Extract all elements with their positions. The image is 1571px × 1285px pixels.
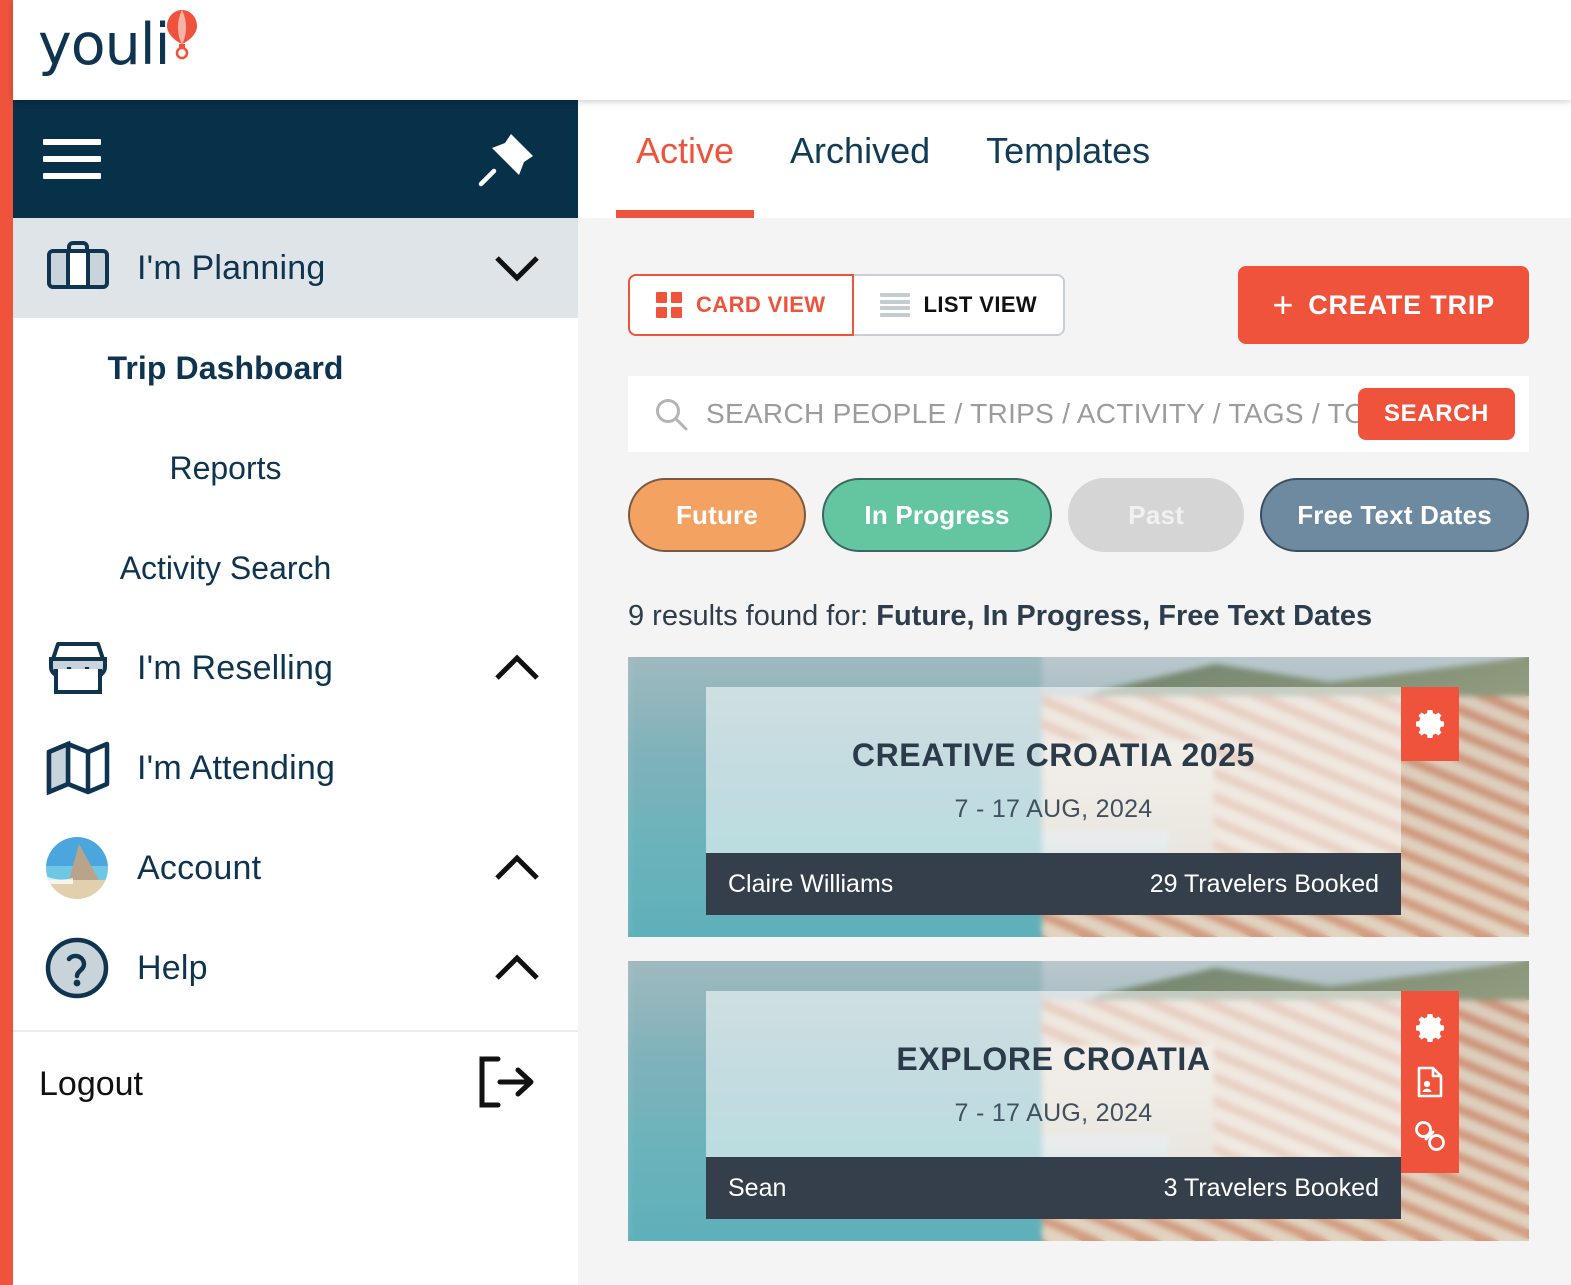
filter-pill-label: In Progress	[864, 499, 1010, 530]
sidebar-subitem-label: Activity Search	[119, 549, 332, 586]
document-person-icon[interactable]	[1401, 1055, 1459, 1109]
results-prefix: 9 results found for:	[628, 600, 869, 632]
sidebar-item-label: I'm Reselling	[137, 648, 334, 687]
sidebar-item-label: Account	[137, 848, 262, 887]
plus-icon: +	[1272, 284, 1295, 325]
trip-card-actions	[1401, 991, 1459, 1173]
results-filters: Future, In Progress, Free Text Dates	[876, 600, 1373, 632]
chevron-down-icon[interactable]	[494, 254, 540, 282]
chevron-up-icon[interactable]	[494, 954, 540, 982]
pin-icon[interactable]	[476, 130, 538, 188]
filter-pill-label: Future	[675, 499, 759, 530]
trip-card[interactable]: EXPLORE CROATIA 7 - 17 AUG, 2024 Sean 3 …	[628, 961, 1529, 1241]
filter-pill-label: Past	[1128, 499, 1185, 530]
filter-pill-group: Future In Progress Past Free Text Dates	[628, 478, 1529, 552]
sidebar-item-help[interactable]: Help	[13, 918, 578, 1018]
filter-pill-free-text-dates[interactable]: Free Text Dates	[1260, 478, 1529, 552]
hamburger-icon[interactable]	[43, 139, 101, 179]
tab-archived[interactable]: Archived	[762, 100, 958, 218]
tab-templates[interactable]: Templates	[958, 100, 1178, 218]
trip-card[interactable]: CREATIVE CROATIA 2025 7 - 17 AUG, 2024 C…	[628, 657, 1529, 937]
main-content: Active Archived Templates CARD VIEW LIST…	[578, 100, 1571, 1285]
sidebar-item-im-attending[interactable]: I'm Attending	[13, 718, 578, 818]
logo-bar: youli	[13, 0, 1571, 100]
trip-travelers-count: 29 Travelers Booked	[1149, 869, 1379, 898]
grid-icon	[656, 292, 682, 318]
trip-card-footer: Claire Williams 29 Travelers Booked	[706, 853, 1401, 915]
app-root: youli I'm Planning Trip Dashboard Report…	[0, 0, 1571, 1285]
trip-card-actions	[1401, 687, 1459, 761]
view-toggle-group: CARD VIEW LIST VIEW	[628, 274, 1066, 336]
filter-pill-future[interactable]: Future	[628, 478, 806, 552]
list-icon	[879, 293, 910, 317]
map-icon	[45, 740, 115, 796]
search-input[interactable]	[688, 398, 1359, 430]
sidebar-item-label: I'm Attending	[137, 748, 336, 787]
hot-air-balloon-icon	[165, 8, 199, 60]
toolbar: CARD VIEW LIST VIEW + CREATE TRIP	[578, 218, 1571, 344]
chevron-up-icon[interactable]	[494, 854, 540, 882]
link-chain-icon[interactable]	[1401, 1109, 1459, 1163]
card-view-label: CARD VIEW	[696, 292, 826, 317]
suitcase-icon	[45, 240, 115, 296]
logo-text: youli	[38, 12, 170, 78]
create-trip-button[interactable]: + CREATE TRIP	[1238, 266, 1529, 344]
trip-title: EXPLORE CROATIA	[896, 1041, 1211, 1077]
sidebar-subitem-label: Reports	[169, 449, 282, 486]
create-trip-label: CREATE TRIP	[1308, 289, 1495, 320]
list-view-button[interactable]: LIST VIEW	[853, 274, 1066, 336]
trip-organizer: Claire Williams	[728, 869, 894, 898]
tab-label: Templates	[986, 130, 1151, 171]
avatar	[45, 836, 115, 900]
left-accent-rail	[0, 0, 13, 1285]
results-summary: 9 results found for: Future, In Progress…	[628, 600, 1529, 633]
gear-icon[interactable]	[1401, 697, 1459, 751]
search-button[interactable]: SEARCH	[1358, 388, 1515, 440]
question-circle-icon	[45, 937, 115, 999]
filter-pill-past[interactable]: Past	[1068, 478, 1245, 552]
sidebar-subitem-activity-search[interactable]: Activity Search	[13, 518, 578, 618]
logout-button[interactable]: Logout	[13, 1032, 578, 1136]
search-icon	[654, 397, 688, 431]
sidebar-subitem-label: Trip Dashboard	[107, 349, 344, 386]
trip-travelers-count: 3 Travelers Booked	[1163, 1173, 1379, 1202]
sidebar-subitem-trip-dashboard[interactable]: Trip Dashboard	[13, 318, 578, 418]
trip-card-footer: Sean 3 Travelers Booked	[706, 1157, 1401, 1219]
card-view-button[interactable]: CARD VIEW	[628, 274, 854, 336]
filter-pill-label: Free Text Dates	[1297, 499, 1492, 530]
trip-title: CREATIVE CROATIA 2025	[851, 737, 1256, 773]
sidebar-item-label: Help	[137, 948, 208, 987]
storefront-icon	[45, 639, 115, 697]
search-bar: SEARCH	[628, 376, 1529, 452]
gear-icon[interactable]	[1401, 1001, 1459, 1055]
sidebar-subitem-reports[interactable]: Reports	[13, 418, 578, 518]
filter-pill-in-progress[interactable]: In Progress	[821, 478, 1053, 552]
trip-organizer: Sean	[728, 1173, 787, 1202]
sidebar-header	[13, 100, 578, 218]
tab-bar: Active Archived Templates	[578, 100, 1571, 218]
chevron-up-icon[interactable]	[494, 654, 540, 682]
tab-active[interactable]: Active	[608, 100, 762, 218]
trip-dates: 7 - 17 AUG, 2024	[954, 1099, 1153, 1127]
sidebar-item-label: I'm Planning	[137, 248, 326, 287]
sidebar-item-im-reselling[interactable]: I'm Reselling	[13, 618, 578, 718]
trip-card-panel: EXPLORE CROATIA 7 - 17 AUG, 2024 Sean 3 …	[706, 991, 1401, 1219]
tab-label: Archived	[790, 130, 931, 171]
logout-icon	[476, 1055, 538, 1114]
list-view-label: LIST VIEW	[923, 292, 1038, 317]
sidebar-item-account[interactable]: Account	[13, 818, 578, 918]
sidebar: I'm Planning Trip Dashboard Reports Acti…	[13, 100, 578, 1285]
tab-label: Active	[636, 130, 735, 171]
trip-dates: 7 - 17 AUG, 2024	[954, 795, 1153, 823]
sidebar-item-im-planning[interactable]: I'm Planning	[13, 218, 578, 318]
logout-label: Logout	[39, 1064, 143, 1103]
trip-card-panel: CREATIVE CROATIA 2025 7 - 17 AUG, 2024 C…	[706, 687, 1401, 915]
youli-logo[interactable]: youli	[38, 10, 199, 78]
